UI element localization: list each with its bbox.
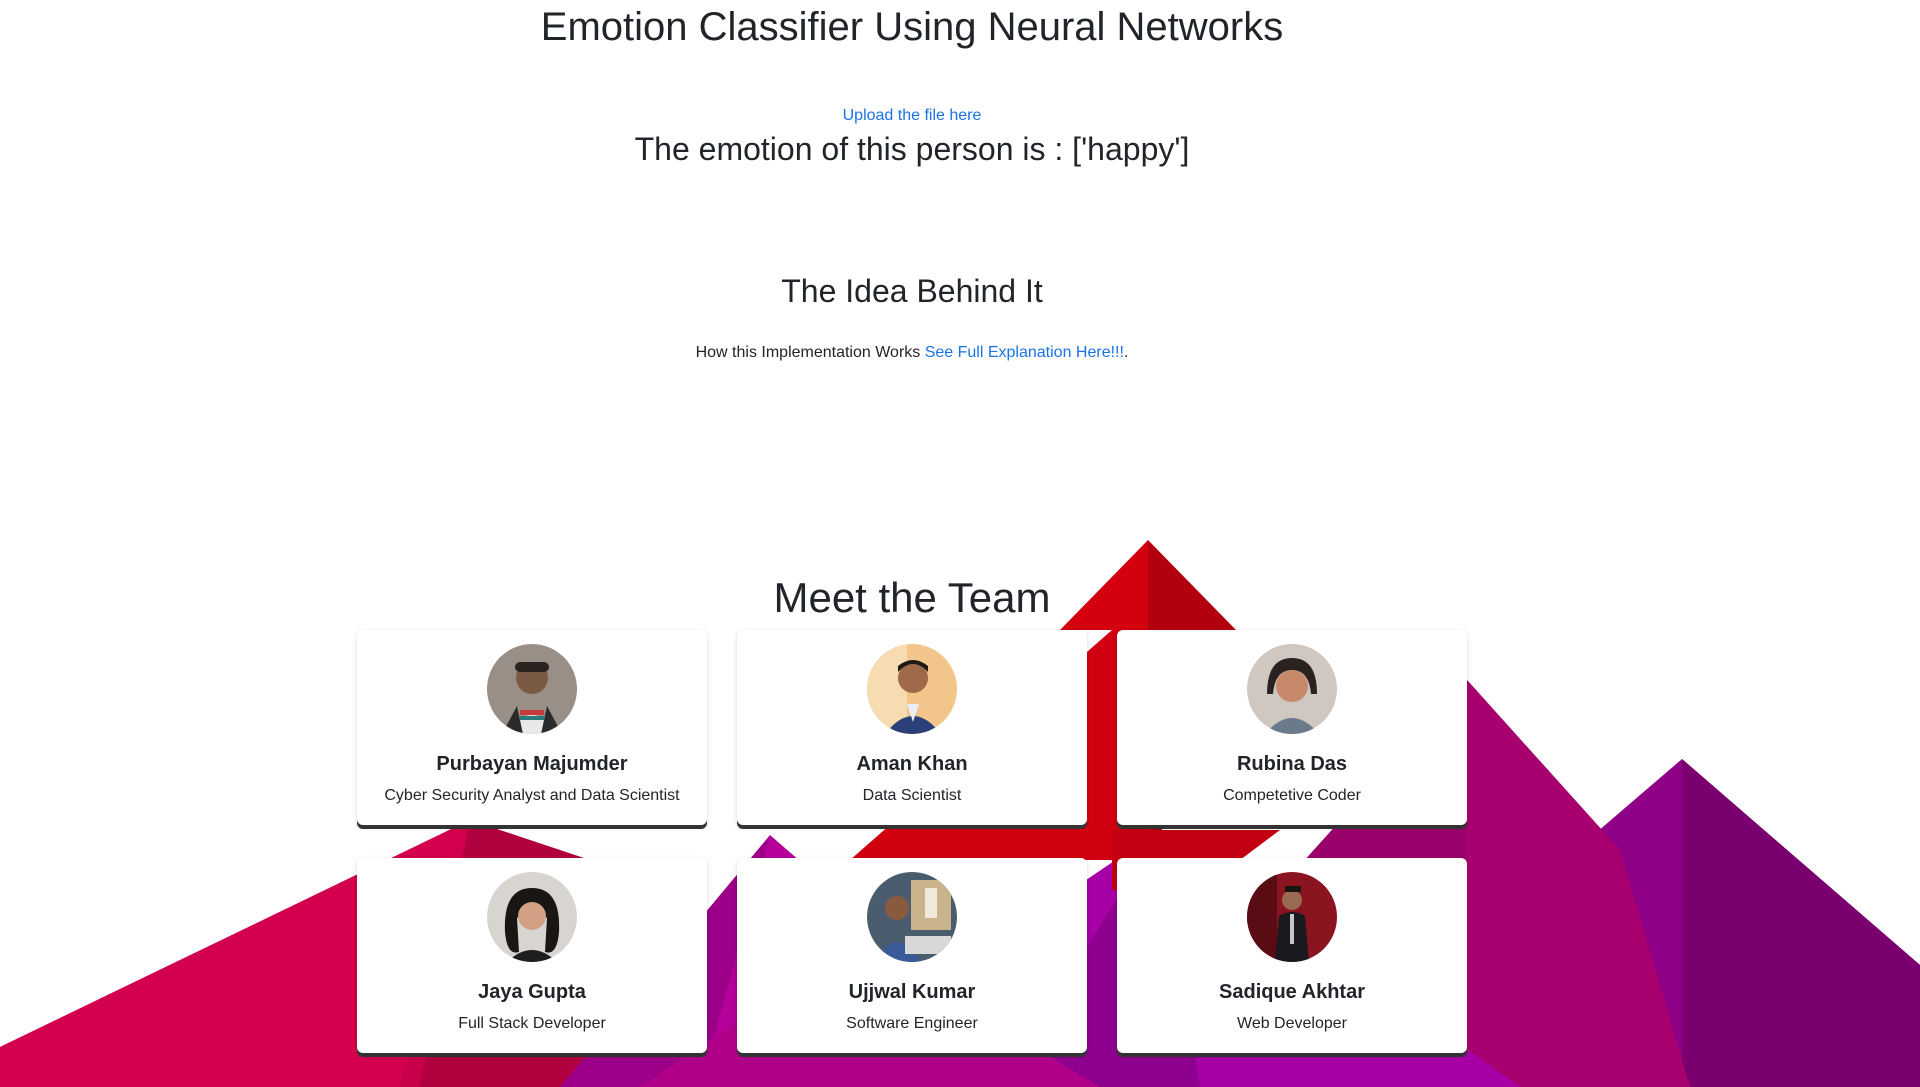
team-heading: Meet the Team	[773, 574, 1051, 621]
team-card: Purbayan Majumder Cyber Security Analyst…	[357, 630, 707, 825]
team-card: Sadique Akhtar Web Developer	[1117, 858, 1467, 1053]
member-role: Competetive Coder	[1223, 787, 1361, 804]
member-role: Cyber Security Analyst and Data Scientis…	[384, 787, 680, 804]
emotion-result: The emotion of this person is : ['happy'…	[634, 131, 1190, 167]
team-card: Ujjwal Kumar Software Engineer	[737, 858, 1087, 1053]
member-name: Aman Khan	[856, 753, 968, 775]
page: Emotion Classifier Using Neural Networks…	[0, 0, 1920, 1087]
avatar-photo	[487, 644, 577, 734]
idea-description: How this Implementation Works See Full E…	[0, 343, 1824, 363]
avatar-photo	[867, 644, 957, 734]
avatar-photo	[1247, 872, 1337, 962]
idea-text-prefix: How this Implementation Works	[695, 344, 925, 361]
avatar-photo	[487, 872, 577, 962]
member-role: Web Developer	[1237, 1015, 1347, 1032]
team-card: Aman Khan Data Scientist	[737, 630, 1087, 825]
page-title: Emotion Classifier Using Neural Networks	[540, 5, 1284, 49]
member-role: Full Stack Developer	[458, 1015, 606, 1032]
member-role: Data Scientist	[862, 787, 962, 804]
idea-heading: The Idea Behind It	[781, 273, 1043, 309]
idea-text-suffix: .	[1123, 344, 1129, 361]
member-name: Jaya Gupta	[478, 981, 586, 1003]
team-card: Rubina Das Competetive Coder	[1117, 630, 1467, 825]
member-name: Ujjwal Kumar	[848, 981, 976, 1003]
member-name: Rubina Das	[1236, 753, 1348, 775]
avatar-photo	[1247, 644, 1337, 734]
upload-file-link[interactable]: Upload the file here	[0, 106, 1824, 126]
member-name: Purbayan Majumder	[436, 753, 628, 775]
member-role: Software Engineer	[846, 1015, 978, 1032]
team-card: Jaya Gupta Full Stack Developer	[357, 858, 707, 1053]
member-name: Sadique Akhtar	[1219, 981, 1365, 1003]
full-explanation-link[interactable]: See Full Explanation Here!!!	[925, 344, 1124, 361]
avatar-photo	[867, 872, 957, 962]
